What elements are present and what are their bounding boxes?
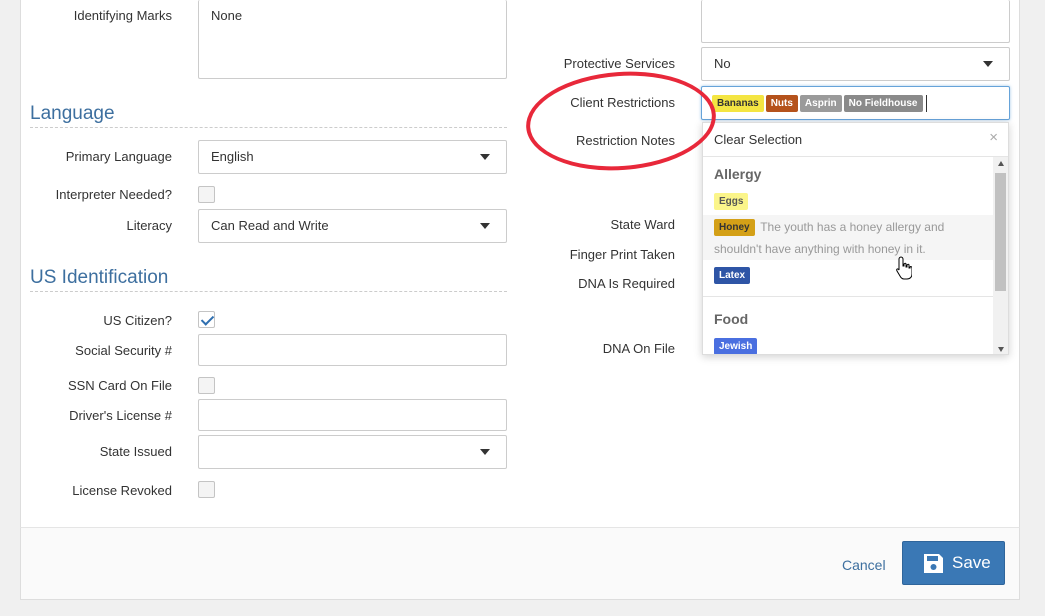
dna-required-label: DNA Is Required [578, 276, 675, 291]
group-allergy: Allergy [714, 166, 762, 182]
selected-tag[interactable]: Nuts [765, 95, 798, 113]
selected-tag[interactable]: Bananas [712, 95, 764, 113]
tag-eggs: Eggs [714, 193, 749, 211]
chevron-down-icon [480, 223, 490, 229]
save-label: Save [952, 553, 991, 572]
option-honey[interactable]: Honey The youth has a honey allergy and … [703, 215, 993, 260]
ssn-label: Social Security # [75, 343, 172, 358]
chevron-down-icon [983, 61, 993, 67]
group-food: Food [714, 311, 749, 327]
primary-language-label: Primary Language [65, 149, 172, 164]
client-restrictions-label: Client Restrictions [570, 95, 675, 110]
save-button[interactable]: Save [902, 541, 1005, 585]
clear-selection-label: Clear Selection [714, 132, 803, 147]
license-revoked-checkbox[interactable] [198, 481, 215, 498]
us-identification-heading: US Identification [30, 267, 507, 292]
protective-services-select[interactable]: No [701, 47, 1010, 81]
selected-tag[interactable]: Asprin [799, 95, 842, 113]
identifying-marks-textarea[interactable]: None [198, 0, 507, 79]
option-latex[interactable]: Latex [703, 267, 993, 285]
primary-language-select[interactable]: English [198, 140, 507, 174]
notes-textarea[interactable] [701, 0, 1010, 43]
tag-latex: Latex [714, 267, 751, 285]
ssn-input[interactable] [198, 334, 507, 366]
hand-cursor-icon [896, 256, 912, 280]
selected-tag[interactable]: No Fieldhouse [843, 95, 923, 113]
literacy-select[interactable]: Can Read and Write [198, 209, 507, 243]
client-restrictions-multiselect[interactable]: Bananas Nuts Asprin No Fieldhouse [701, 86, 1010, 120]
dna-on-file-label: DNA On File [602, 341, 675, 356]
language-heading: Language [30, 103, 507, 128]
ssn-card-checkbox[interactable] [198, 377, 215, 394]
ssn-card-label: SSN Card On File [67, 378, 172, 393]
chevron-down-icon [480, 449, 490, 455]
state-ward-label: State Ward [610, 217, 675, 232]
scroll-down-icon[interactable] [998, 347, 1004, 352]
chevron-down-icon [480, 154, 490, 160]
restriction-notes-label: Restriction Notes [576, 133, 675, 148]
clear-selection-option[interactable]: Clear Selection × [703, 123, 1008, 157]
primary-language-value: English [211, 149, 254, 164]
drivers-license-label: Driver's License # [69, 408, 172, 423]
us-citizen-checkbox[interactable] [198, 311, 215, 328]
dropdown-scrollbar[interactable] [993, 157, 1008, 354]
literacy-value: Can Read and Write [211, 218, 329, 233]
tag-honey: Honey [714, 219, 755, 237]
state-issued-select[interactable] [198, 435, 507, 469]
finger-print-label: Finger Print Taken [569, 247, 675, 262]
identifying-marks-label: Identifying Marks [73, 8, 172, 23]
text-cursor [925, 95, 927, 113]
option-jewish[interactable]: Jewish [703, 338, 993, 354]
option-eggs[interactable]: Eggs [703, 193, 993, 211]
identifying-marks-value: None [211, 8, 243, 23]
us-citizen-label: US Citizen? [103, 313, 172, 328]
close-icon[interactable]: × [989, 129, 998, 146]
group-divider [703, 296, 995, 297]
protective-services-value: No [714, 56, 731, 71]
interpreter-checkbox[interactable] [198, 186, 215, 203]
tag-jewish: Jewish [714, 338, 758, 354]
license-revoked-label: License Revoked [72, 483, 172, 498]
scroll-up-icon[interactable] [998, 161, 1004, 166]
floppy-disk-icon [924, 554, 943, 573]
state-issued-label: State Issued [99, 444, 172, 459]
restrictions-dropdown: Clear Selection × Allergy Eggs Honey The… [702, 122, 1009, 355]
scrollbar-thumb[interactable] [995, 173, 1006, 291]
interpreter-label: Interpreter Needed? [55, 187, 172, 202]
cancel-link[interactable]: Cancel [842, 557, 886, 573]
literacy-label: Literacy [126, 218, 172, 233]
protective-services-label: Protective Services [563, 56, 675, 71]
drivers-license-input[interactable] [198, 399, 507, 431]
